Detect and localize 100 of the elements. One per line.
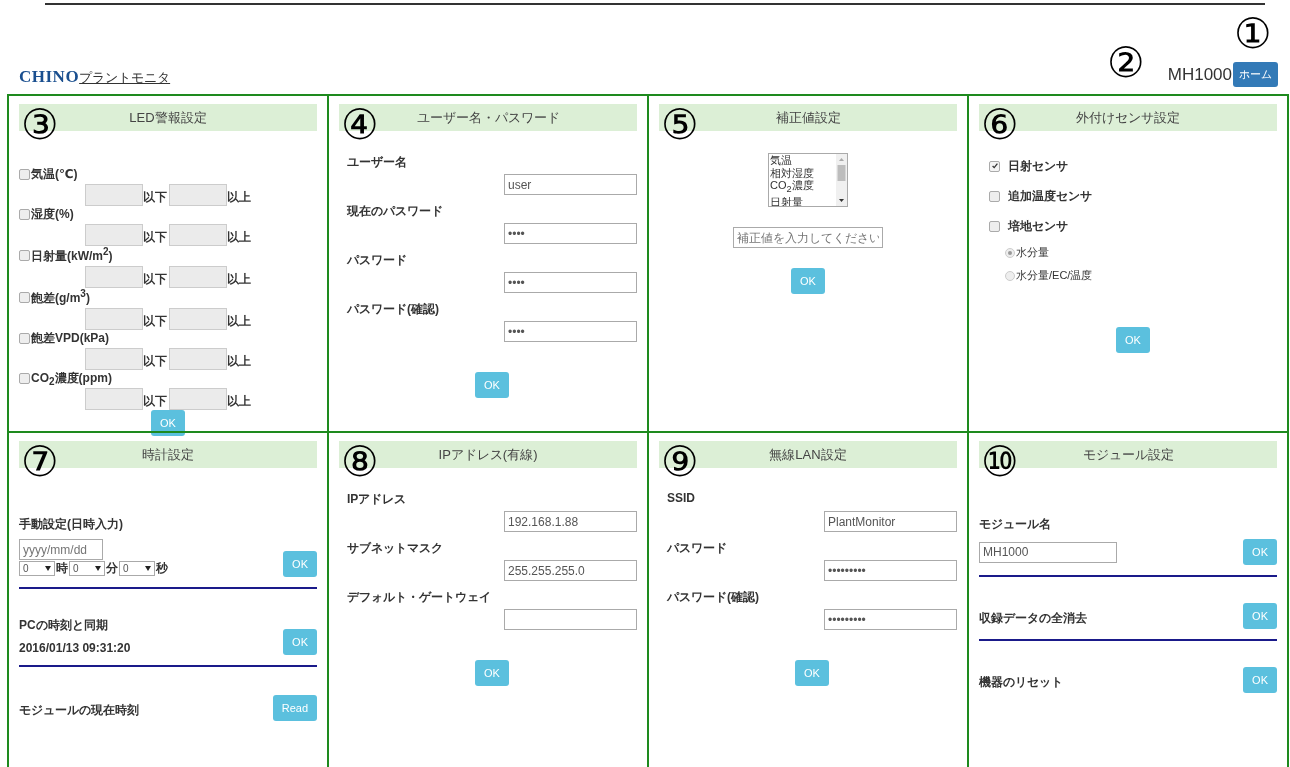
list-option[interactable]: 相対湿度 xyxy=(770,166,836,179)
checkbox-label: 追加温度センサ xyxy=(1008,187,1092,205)
input-field[interactable] xyxy=(85,184,143,206)
input-field[interactable]: •••• xyxy=(504,321,637,342)
input-field[interactable]: •••• xyxy=(504,272,637,293)
device-name: MH1000 xyxy=(1167,64,1232,85)
checkbox[interactable] xyxy=(19,250,30,261)
input-field[interactable] xyxy=(169,184,227,206)
input-field[interactable]: 192.168.1.88 xyxy=(504,511,637,532)
field-label: パスワード xyxy=(667,540,728,557)
scrollbar-icon[interactable] xyxy=(836,154,847,206)
radio-label: 水分量/EC/温度 xyxy=(1016,268,1093,283)
unit-label: 以下 xyxy=(143,313,168,330)
input-field[interactable]: MH1000 xyxy=(979,541,1117,563)
input-field[interactable] xyxy=(85,388,143,411)
checkbox[interactable] xyxy=(989,220,1000,232)
action-label: 機器のリセット xyxy=(979,674,1063,691)
input-field[interactable] xyxy=(169,308,227,330)
field-label: モジュール名 xyxy=(979,516,1052,533)
caret-icon xyxy=(95,566,101,571)
checkbox[interactable] xyxy=(989,160,1000,172)
dropdown[interactable]: 0 xyxy=(119,561,155,576)
annotation-number: ⑧ xyxy=(341,441,379,483)
input-field[interactable] xyxy=(504,609,637,630)
input-field[interactable] xyxy=(169,388,227,411)
field-label: パスワード(確認) xyxy=(667,589,760,606)
field-label: IPアドレス xyxy=(347,491,408,508)
unit-label: 以下 xyxy=(143,271,168,288)
field-label: ユーザー名 xyxy=(347,154,408,171)
unit-label: 以上 xyxy=(227,189,252,206)
radio-label: 水分量 xyxy=(1016,245,1049,260)
field-label: デフォルト・ゲートウェイ xyxy=(347,589,492,606)
input-field[interactable]: •••• xyxy=(504,223,637,244)
checkbox[interactable] xyxy=(19,169,30,180)
date-field[interactable]: yyyy/mm/dd xyxy=(19,539,103,560)
unit-label: 以上 xyxy=(227,393,252,411)
annotation-number: ③ xyxy=(21,104,59,146)
input-field[interactable]: PlantMonitor xyxy=(824,511,957,532)
home-button[interactable]: ホーム xyxy=(1233,62,1278,87)
checkbox-label: 培地センサ xyxy=(1008,217,1068,235)
input-field[interactable] xyxy=(85,224,143,246)
action-label: 収録データの全消去 xyxy=(979,610,1087,627)
unit-label: 以下 xyxy=(143,353,168,370)
field-label: サブネットマスク xyxy=(347,540,444,557)
unit-label: 分 xyxy=(106,560,118,577)
unit-label: 以下 xyxy=(143,189,168,206)
section-label: 手動設定(日時入力) xyxy=(19,516,124,533)
radio-button[interactable] xyxy=(1005,247,1015,258)
annotation-number: ⑩ xyxy=(981,441,1019,483)
annotation-number: ⑨ xyxy=(661,441,699,483)
app-link[interactable]: プラントモニタ xyxy=(79,69,171,87)
field-label: パスワード(確認) xyxy=(347,301,440,318)
field-label: 現在のパスワード xyxy=(347,203,444,220)
section-label: モジュールの現在時刻 xyxy=(19,702,139,719)
input-field[interactable]: 255.255.255.0 xyxy=(504,560,637,581)
unit-label: 以下 xyxy=(143,229,168,246)
timestamp: 2016/01/13 09:31:20 xyxy=(19,641,131,655)
field-label: SSID xyxy=(667,491,696,507)
unit-label: 以上 xyxy=(227,313,252,330)
annotation-number: ② xyxy=(1107,42,1145,84)
dropdown[interactable]: 0 xyxy=(19,561,55,576)
checkbox-label: 日射センサ xyxy=(1008,157,1068,175)
input-field[interactable] xyxy=(85,308,143,330)
input-field[interactable]: ••••••••• xyxy=(824,560,957,581)
unit-label: 秒 xyxy=(156,560,168,577)
checkbox-label: 湿度(%) xyxy=(31,206,74,223)
input-field[interactable]: ••••••••• xyxy=(824,609,957,630)
annotation-number: ⑦ xyxy=(21,441,59,483)
checkbox[interactable] xyxy=(19,209,30,220)
annotation-number: ① xyxy=(1234,13,1272,55)
logo: CHINO xyxy=(19,67,80,87)
checkbox[interactable] xyxy=(19,333,30,344)
unit-label: 以上 xyxy=(227,271,252,288)
radio-button[interactable] xyxy=(1005,270,1015,281)
checkbox[interactable] xyxy=(19,373,30,385)
checkbox-label: 飽差VPD(kPa) xyxy=(31,330,110,347)
input-field[interactable]: user xyxy=(504,174,637,195)
field-label: パスワード xyxy=(347,252,408,269)
checkbox-label: 飽差(g/m$^{3}$) xyxy=(31,288,90,307)
annotation-number: ⑥ xyxy=(981,104,1019,146)
input-field[interactable] xyxy=(169,224,227,246)
input-field[interactable] xyxy=(85,266,143,288)
unit-label: 時 xyxy=(56,560,68,577)
input-field[interactable] xyxy=(85,348,143,370)
input-field[interactable] xyxy=(169,348,227,370)
unit-label: 以下 xyxy=(143,393,168,411)
caret-icon xyxy=(145,566,151,571)
checkbox[interactable] xyxy=(19,292,30,303)
checkbox-label: CO$_{2}$濃度(ppm) xyxy=(31,370,112,388)
annotation-number: ⑤ xyxy=(661,104,699,146)
unit-label: 以上 xyxy=(227,353,252,370)
section-label: PCの時刻と同期 xyxy=(19,617,109,634)
input-field[interactable] xyxy=(169,266,227,288)
checkbox[interactable] xyxy=(989,190,1000,202)
dropdown[interactable]: 0 xyxy=(69,561,105,576)
checkbox-label: 日射量(kW/m$^{2}$) xyxy=(31,246,113,265)
caret-icon xyxy=(45,566,51,571)
checkbox-label: 気温(℃) xyxy=(31,166,78,183)
list-option[interactable]: 気温 xyxy=(770,154,836,167)
list-option[interactable]: CO$_{2}$濃度 xyxy=(770,179,836,196)
